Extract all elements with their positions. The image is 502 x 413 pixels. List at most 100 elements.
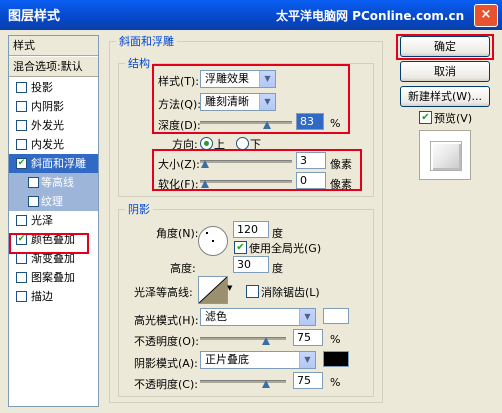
chevron-down-icon: ▼ (299, 352, 315, 368)
style-item-checkbox[interactable]: ✔ (16, 158, 27, 169)
style-item-label: 描边 (31, 290, 53, 303)
highlight-color-swatch[interactable] (323, 308, 349, 324)
style-item-label: 纹理 (41, 195, 63, 208)
highlight-mode-label: 高光模式(H): (134, 314, 199, 327)
shadow-mode-select[interactable]: 正片叠底 ▼ (200, 351, 316, 369)
style-item-checkbox[interactable] (28, 196, 39, 207)
soften-input[interactable]: 0 (296, 172, 326, 189)
method-select-value: 雕刻清晰 (205, 95, 249, 108)
soften-unit: 像素 (330, 178, 352, 191)
style-item-checkbox[interactable] (16, 101, 27, 112)
soften-label: 软化(F): (158, 178, 199, 191)
style-item[interactable]: 内发光 (9, 135, 98, 154)
style-item-checkbox[interactable] (16, 139, 27, 150)
shadow-opacity-input[interactable]: 75 (293, 372, 323, 389)
direction-up-radio[interactable] (200, 137, 213, 150)
ok-button[interactable]: 确定 (400, 36, 490, 57)
depth-slider[interactable] (200, 121, 292, 124)
global-light-checkbox[interactable]: ✔ (234, 241, 247, 254)
style-item[interactable]: 渐变叠加 (9, 249, 98, 268)
size-input[interactable]: 3 (296, 152, 326, 169)
style-item[interactable]: 外发光 (9, 116, 98, 135)
global-light-label: 使用全局光(G) (249, 242, 322, 255)
style-item-label: 内阴影 (31, 100, 64, 113)
highlight-mode-select[interactable]: 滤色 ▼ (200, 308, 316, 326)
style-item[interactable]: 图案叠加 (9, 268, 98, 287)
size-slider[interactable] (200, 160, 292, 163)
size-label: 大小(Z): (158, 158, 200, 171)
shadow-opacity-thumb[interactable] (262, 380, 270, 388)
style-label: 样式(T): (158, 75, 200, 88)
contour-preview-icon (199, 277, 227, 303)
shadow-color-swatch[interactable] (323, 351, 349, 367)
depth-label: 深度(D): (158, 119, 201, 132)
angle-dial-indicator (206, 232, 208, 234)
antialias-checkbox[interactable] (246, 285, 259, 298)
close-button[interactable]: × (474, 4, 498, 27)
style-item-checkbox[interactable] (16, 120, 27, 131)
antialias-label: 消除锯齿(L) (261, 286, 320, 299)
style-item[interactable]: 投影 (9, 78, 98, 97)
size-unit: 像素 (330, 158, 352, 171)
gloss-contour-label: 光泽等高线: (134, 286, 193, 299)
style-item[interactable]: ✔ 颜色叠加 (9, 230, 98, 249)
style-item-checkbox[interactable] (16, 215, 27, 226)
direction-down-radio[interactable] (236, 137, 249, 150)
direction-down-label: 下 (250, 138, 261, 151)
style-item[interactable]: 描边 (9, 287, 98, 306)
blend-options-item[interactable]: 混合选项:默认 (9, 57, 98, 77)
styles-header[interactable]: 样式 (9, 36, 98, 56)
highlight-opacity-slider[interactable] (200, 337, 286, 340)
angle-dial[interactable] (198, 226, 228, 256)
soften-slider[interactable] (200, 180, 292, 183)
cancel-button[interactable]: 取消 (400, 61, 490, 82)
style-item-checkbox[interactable]: ✔ (16, 234, 27, 245)
window-title: 图层样式 (8, 9, 61, 24)
contour-dropdown-icon[interactable]: ▼ (227, 283, 235, 293)
chevron-down-icon: ▼ (259, 94, 275, 110)
depth-slider-thumb[interactable] (263, 121, 271, 129)
angle-input[interactable]: 120 (233, 221, 269, 238)
style-item-checkbox[interactable] (28, 177, 39, 188)
style-item[interactable]: ✔ 斜面和浮雕 (9, 154, 98, 173)
highlight-opacity-input[interactable]: 75 (293, 329, 323, 346)
style-item-label: 光泽 (31, 214, 53, 227)
style-item-checkbox[interactable] (16, 82, 27, 93)
style-item-label: 等高线 (41, 176, 74, 189)
method-select[interactable]: 雕刻清晰 ▼ (200, 93, 276, 111)
size-slider-thumb[interactable] (201, 160, 209, 168)
style-item-label: 内发光 (31, 138, 64, 151)
shadow-opacity-slider[interactable] (200, 380, 286, 383)
preview-checkbox[interactable]: ✔ (419, 111, 432, 124)
style-item-label: 渐变叠加 (31, 252, 75, 265)
altitude-input[interactable]: 30 (233, 256, 269, 273)
style-item[interactable]: 光泽 (9, 211, 98, 230)
style-item-checkbox[interactable] (16, 272, 27, 283)
shadow-mode-value: 正片叠底 (205, 353, 249, 366)
style-select[interactable]: 浮雕效果 ▼ (200, 70, 276, 88)
style-item[interactable]: 纹理 (9, 192, 98, 211)
style-item-checkbox[interactable] (16, 291, 27, 302)
method-label: 方法(Q): (158, 98, 201, 111)
depth-input[interactable]: 83 (296, 113, 324, 130)
style-item-label: 斜面和浮雕 (31, 157, 86, 170)
new-style-button[interactable]: 新建样式(W)... (400, 86, 490, 107)
gloss-contour-picker[interactable] (198, 276, 228, 304)
shadow-opacity-label: 不透明度(C): (134, 378, 198, 391)
chevron-down-icon: ▼ (299, 309, 315, 325)
direction-label: 方向: (172, 138, 198, 151)
highlight-opacity-thumb[interactable] (262, 337, 270, 345)
shading-title: 阴影 (128, 203, 150, 216)
style-item[interactable]: 内阴影 (9, 97, 98, 116)
styles-list: 样式 混合选项:默认 投影内阴影外发光内发光 ✔ 斜面和浮雕等高线纹理光泽 ✔ 颜色叠加… (8, 35, 99, 407)
highlight-opacity-label: 不透明度(O): (134, 335, 199, 348)
soften-slider-thumb[interactable] (201, 180, 209, 188)
style-item[interactable]: 等高线 (9, 173, 98, 192)
altitude-unit: 度 (272, 262, 283, 275)
direction-up-label: 上 (214, 138, 225, 151)
style-item-checkbox[interactable] (16, 253, 27, 264)
style-select-value: 浮雕效果 (205, 72, 249, 85)
watermark: 太平洋电脑网 PConline.com.cn (276, 9, 465, 23)
structure-title: 结构 (128, 57, 150, 70)
style-item-label: 投影 (31, 81, 53, 94)
